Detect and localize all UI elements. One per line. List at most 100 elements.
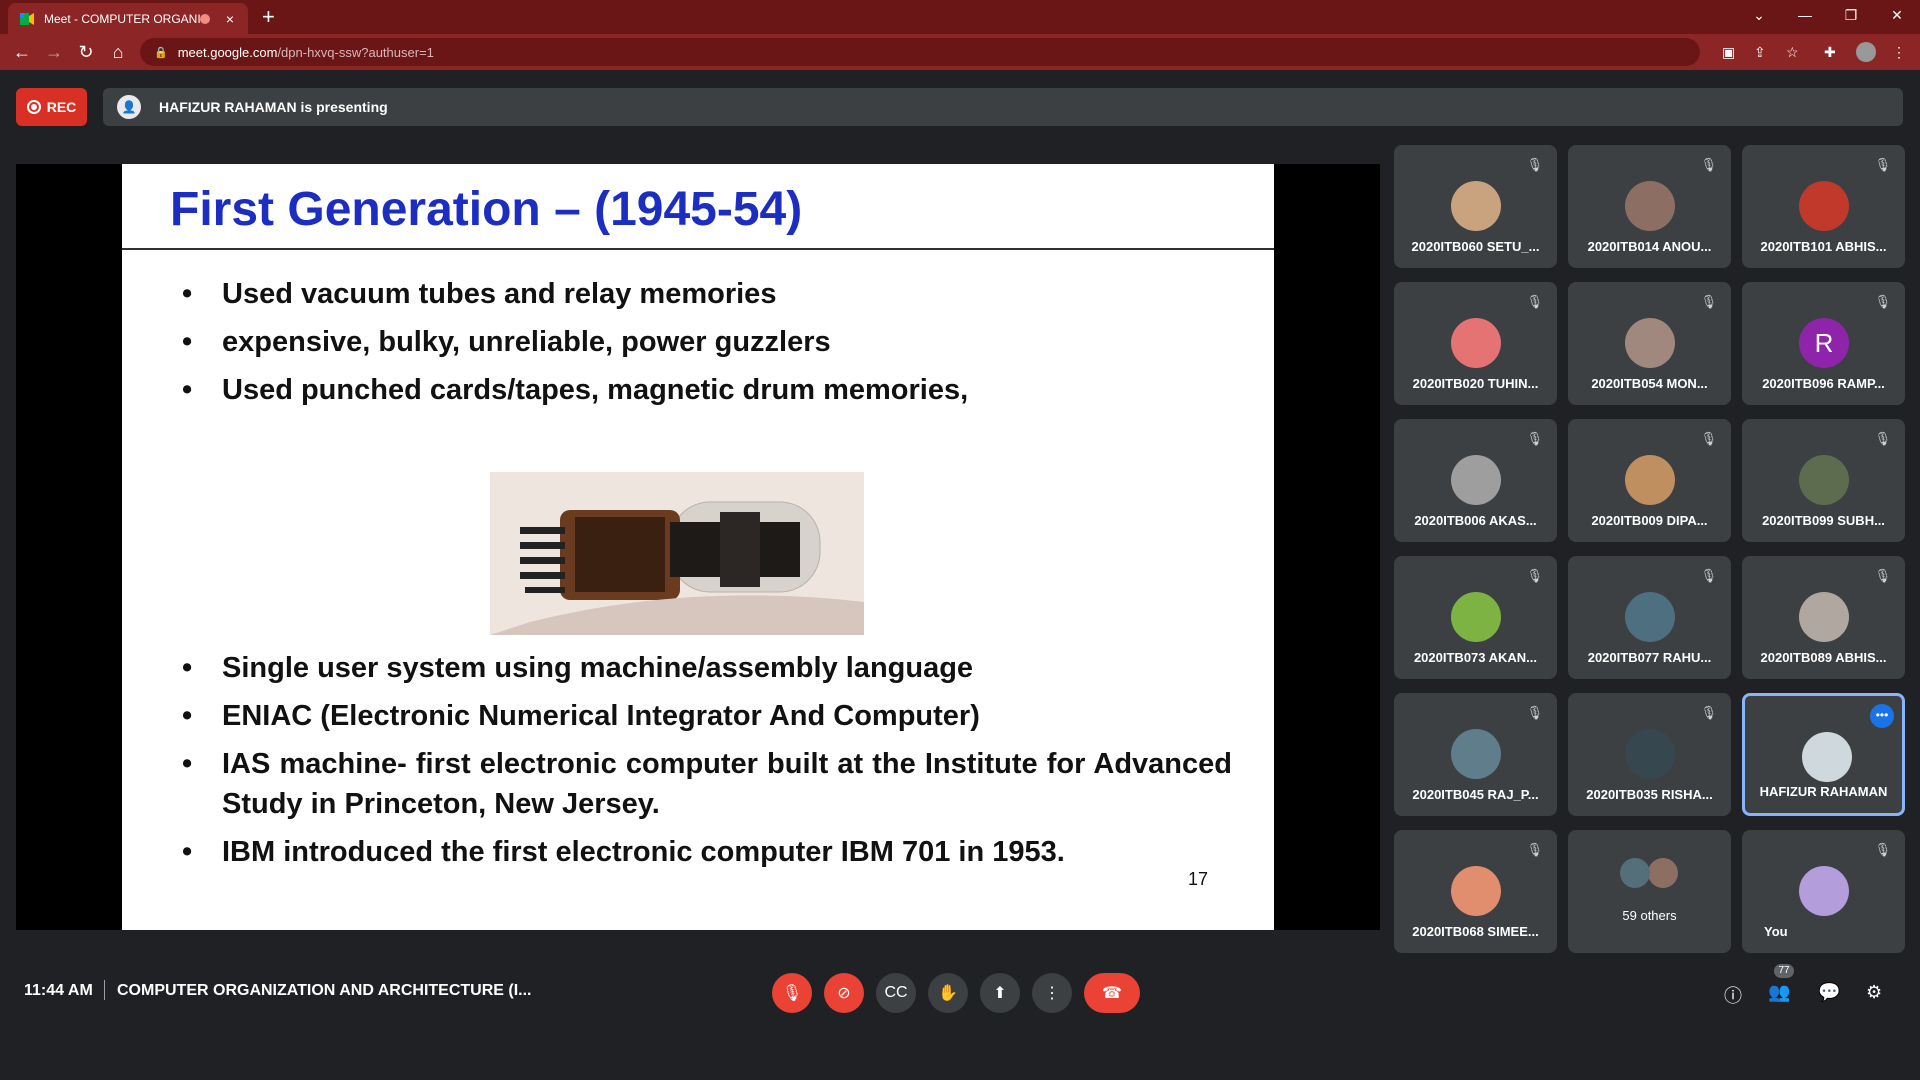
muted-mic-icon: 🎙 bbox=[1874, 294, 1891, 309]
camera-icon[interactable]: ▣ bbox=[1722, 34, 1735, 70]
present-screen-icon[interactable]: ⬆ bbox=[980, 973, 1020, 1013]
muted-mic-icon: 🎙 bbox=[1700, 431, 1717, 446]
url-host: meet.google.com bbox=[177, 44, 278, 60]
muted-mic-icon: 🎙 bbox=[1874, 842, 1891, 857]
chat-icon[interactable]: 💬 bbox=[1818, 982, 1840, 1003]
slide-page-number: 17 bbox=[1187, 869, 1208, 889]
rec-label: REC bbox=[46, 99, 77, 115]
meeting-details-icon[interactable]: ⓘ bbox=[1724, 982, 1742, 1008]
participant-tile[interactable]: 🎙 2020ITB014 ANOU... bbox=[1568, 145, 1731, 268]
participant-avatar bbox=[1648, 858, 1678, 888]
home-icon[interactable]: ⌂ bbox=[104, 34, 132, 70]
browser-tab[interactable]: Meet - COMPUTER ORGANIZ × bbox=[8, 3, 248, 34]
meeting-title[interactable]: COMPUTER ORGANIZATION AND ARCHITECTURE (… bbox=[117, 982, 532, 1000]
more-options-icon[interactable]: ⋮ bbox=[1032, 973, 1072, 1013]
microphone-off-icon[interactable]: 🎙 bbox=[772, 973, 812, 1013]
activities-icon[interactable]: ⚙ bbox=[1866, 982, 1882, 1003]
participant-tile[interactable]: 59 others bbox=[1568, 830, 1731, 953]
participant-avatar bbox=[1451, 866, 1501, 916]
meeting-control-bar: 11:44 AM COMPUTER ORGANIZATION AND ARCHI… bbox=[0, 960, 1920, 1020]
participant-avatar bbox=[1451, 181, 1501, 231]
participant-tile[interactable]: 🎙 2020ITB035 RISHA... bbox=[1568, 693, 1731, 816]
muted-mic-icon: 🎙 bbox=[1874, 568, 1891, 583]
back-icon[interactable]: ← bbox=[8, 34, 36, 70]
minimize-icon[interactable]: — bbox=[1782, 0, 1828, 30]
bookmark-star-icon[interactable]: ☆ bbox=[1786, 34, 1799, 70]
record-icon bbox=[26, 100, 41, 114]
bullet-item: ENIAC (Electronic Numerical Integrator A… bbox=[182, 696, 1232, 736]
presenting-text: HAFIZUR RAHAMAN is presenting bbox=[159, 99, 388, 115]
participant-name: 2020ITB060 SETU_... bbox=[1411, 239, 1540, 254]
bullet-item: expensive, bulky, unreliable, power guzz… bbox=[182, 322, 1232, 362]
camera-off-icon[interactable]: ⊘ bbox=[824, 973, 864, 1013]
participant-tile[interactable]: 🎙 2020ITB068 SIMEE... bbox=[1394, 830, 1557, 953]
participant-tile[interactable]: 🎙 2020ITB073 AKAN... bbox=[1394, 556, 1557, 679]
new-tab-button[interactable]: + bbox=[262, 4, 275, 30]
participant-name: HAFIZUR RAHAMAN bbox=[1759, 784, 1888, 799]
window-controls: ⌄ — ❐ ✕ bbox=[1736, 0, 1920, 30]
muted-mic-icon: 🎙 bbox=[1700, 568, 1717, 583]
browser-tab-bar: Meet - COMPUTER ORGANIZ × + ⌄ — ❐ ✕ bbox=[0, 0, 1920, 34]
participant-name: 2020ITB099 SUBH... bbox=[1762, 513, 1885, 528]
participant-tile[interactable]: 🎙 2020ITB009 DIPA... bbox=[1568, 419, 1731, 542]
participant-avatar bbox=[1625, 318, 1675, 368]
slide: First Generation – (1945-54) Used vacuum… bbox=[122, 164, 1274, 930]
participant-tile[interactable]: 🎙 You bbox=[1742, 830, 1905, 953]
participant-tile[interactable]: 🎙 2020ITB101 ABHIS... bbox=[1742, 145, 1905, 268]
participant-name: 2020ITB068 SIMEE... bbox=[1412, 924, 1539, 939]
presenter-avatar: 👤 bbox=[117, 95, 141, 119]
presenting-banner: 👤 HAFIZUR RAHAMAN is presenting bbox=[103, 88, 1903, 126]
participant-tile[interactable]: 🎙 2020ITB020 TUHIN... bbox=[1394, 282, 1557, 405]
participant-tile[interactable]: 🎙 2020ITB054 MON... bbox=[1568, 282, 1731, 405]
address-bar[interactable]: 🔒 meet.google.com/dpn-hxvq-ssw?authuser=… bbox=[140, 38, 1700, 66]
participant-name: 2020ITB009 DIPA... bbox=[1591, 513, 1708, 528]
profile-avatar[interactable] bbox=[1856, 34, 1876, 70]
participant-tile[interactable]: 🎙 2020ITB077 RAHU... bbox=[1568, 556, 1731, 679]
participant-avatar bbox=[1451, 729, 1501, 779]
muted-mic-icon: 🎙 bbox=[1526, 157, 1543, 172]
participant-tile[interactable]: 🎙 R 2020ITB096 RAMP... bbox=[1742, 282, 1905, 405]
tab-search-icon[interactable]: ⌄ bbox=[1736, 0, 1782, 30]
participant-avatar: R bbox=[1799, 318, 1849, 368]
tab-close-icon[interactable]: × bbox=[222, 11, 238, 27]
clock: 11:44 AM bbox=[24, 982, 93, 999]
participant-avatar bbox=[1799, 181, 1849, 231]
participant-name: 2020ITB045 RAJ_P... bbox=[1412, 787, 1539, 802]
leave-call-icon[interactable]: ☎ bbox=[1084, 973, 1140, 1013]
reload-icon[interactable]: ↻ bbox=[72, 34, 100, 70]
people-icon[interactable]: 👥 bbox=[1768, 982, 1790, 1003]
extensions-icon[interactable]: ✚ bbox=[1824, 34, 1836, 70]
participant-tile[interactable]: 🎙 2020ITB006 AKAS... bbox=[1394, 419, 1557, 542]
participant-avatar bbox=[1802, 732, 1852, 782]
restore-icon[interactable]: ❐ bbox=[1828, 0, 1874, 30]
participant-tile[interactable]: ••• HAFIZUR RAHAMAN bbox=[1742, 693, 1905, 816]
participant-tile[interactable]: 🎙 2020ITB099 SUBH... bbox=[1742, 419, 1905, 542]
participant-tile[interactable]: 🎙 2020ITB045 RAJ_P... bbox=[1394, 693, 1557, 816]
bullet-item: Single user system using machine/assembl… bbox=[182, 648, 1232, 688]
participant-tile[interactable]: 🎙 2020ITB060 SETU_... bbox=[1394, 145, 1557, 268]
muted-mic-icon: 🎙 bbox=[1526, 842, 1543, 857]
close-window-icon[interactable]: ✕ bbox=[1874, 0, 1920, 30]
participant-avatar bbox=[1451, 455, 1501, 505]
participant-tile[interactable]: 🎙 2020ITB089 ABHIS... bbox=[1742, 556, 1905, 679]
vacuum-tube-image bbox=[490, 472, 864, 635]
muted-mic-icon: 🎙 bbox=[1874, 431, 1891, 446]
participant-name: 2020ITB014 ANOU... bbox=[1587, 239, 1712, 254]
browser-menu-icon[interactable]: ⋮ bbox=[1892, 34, 1906, 70]
forward-icon[interactable]: → bbox=[40, 34, 68, 70]
recording-indicator-icon bbox=[200, 13, 210, 24]
recording-button[interactable]: REC bbox=[16, 88, 87, 126]
share-icon[interactable]: ⇪ bbox=[1754, 34, 1766, 70]
muted-mic-icon: 🎙 bbox=[1526, 294, 1543, 309]
title-divider bbox=[122, 248, 1274, 250]
participant-count-badge: 77 bbox=[1774, 964, 1794, 978]
muted-mic-icon: 🎙 bbox=[1700, 157, 1717, 172]
captions-icon[interactable]: CC bbox=[876, 973, 916, 1013]
raise-hand-icon[interactable]: ✋ bbox=[928, 973, 968, 1013]
bullet-item: Used vacuum tubes and relay memories bbox=[182, 274, 1232, 314]
participant-avatar bbox=[1451, 592, 1501, 642]
lock-icon: 🔒 bbox=[154, 46, 168, 59]
divider bbox=[104, 980, 105, 1000]
speaking-indicator-icon[interactable]: ••• bbox=[1870, 704, 1894, 728]
muted-mic-icon: 🎙 bbox=[1526, 705, 1543, 720]
